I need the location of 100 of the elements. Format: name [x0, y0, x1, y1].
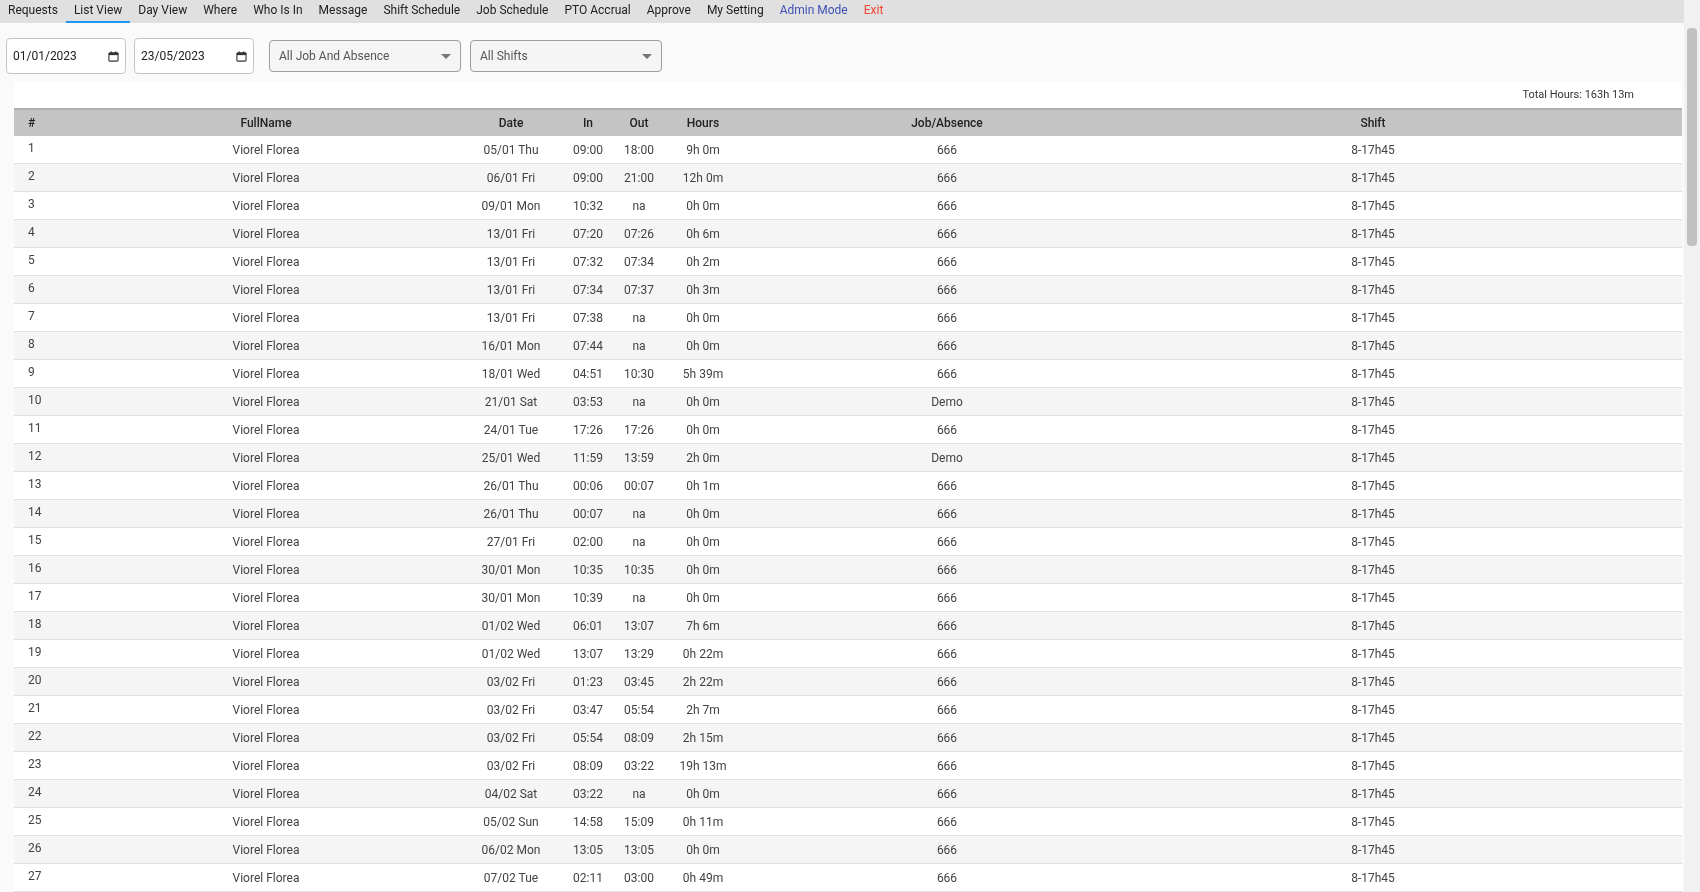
table-cell-text: na — [631, 505, 647, 523]
table-cell-text: 15 — [27, 531, 43, 549]
table-cell-text: 666 — [935, 617, 959, 635]
table-cell-text: Viorel Florea — [231, 785, 301, 803]
date-field[interactable]: 23/05/2023 — [134, 38, 254, 75]
menu-tab[interactable]: Where — [195, 0, 246, 23]
table-cell-text: 8-17h45 — [1350, 449, 1396, 467]
table-cell-text: Viorel Florea — [231, 393, 301, 411]
menu-tab[interactable]: Job Schedule — [468, 0, 557, 23]
menu-tab[interactable]: Requests — [0, 0, 66, 23]
table-cell-text: 0h 3m — [685, 281, 721, 299]
table-cell-text: 08:09 — [623, 729, 655, 747]
table-cell-text: Viorel Florea — [231, 841, 301, 859]
table-cell-text: 08:09 — [572, 757, 604, 775]
table-cell-text: 3 — [27, 195, 36, 213]
table-cell-text: 13:05 — [572, 841, 604, 859]
table-cell-text: 666 — [935, 337, 959, 355]
table-cell-text: 09/01 Mon — [480, 197, 542, 215]
table-cell-text: 07:44 — [572, 337, 604, 355]
caret-icon — [441, 53, 451, 59]
table-cell-text: 01/02 Wed — [480, 645, 542, 663]
menu-tab[interactable]: Day View — [130, 0, 196, 23]
table-cell-text: 10:35 — [572, 561, 604, 579]
table-cell-text: 0h 2m — [685, 253, 721, 271]
table-cell-text: 8-17h45 — [1350, 281, 1396, 299]
table-cell-text: 07/02 Tue — [482, 869, 540, 887]
table-cell-text: 666 — [935, 309, 959, 327]
table-cell-text: 0h 0m — [685, 589, 721, 607]
table-cell-text: 666 — [935, 533, 959, 551]
table-cell-text: 04:51 — [572, 365, 604, 383]
table-cell-text: 666 — [935, 813, 959, 831]
table-cell-text: 21/01 Sat — [483, 393, 539, 411]
table-cell-text: 07:32 — [572, 253, 604, 271]
table-cell-text: 8-17h45 — [1350, 561, 1396, 579]
table-cell-text: 07:26 — [623, 225, 655, 243]
table-cell-text: 17:26 — [572, 421, 604, 439]
table-cell-text: Viorel Florea — [231, 449, 301, 467]
table-cell-text: 666 — [935, 141, 959, 159]
table-cell-text: 21:00 — [623, 169, 655, 187]
table-cell-text: 11:59 — [572, 449, 604, 467]
menu-tab[interactable]: Who Is In — [245, 0, 311, 23]
total-hours-label: Total Hours: 163h 13m — [1522, 86, 1634, 103]
menu-tab[interactable]: Shift Schedule — [375, 0, 469, 23]
scrollbar-thumb[interactable] — [1687, 28, 1697, 246]
table-cell-text: 07:34 — [623, 253, 655, 271]
table-cell-text: 666 — [935, 365, 959, 383]
table-cell-text: 13:07 — [572, 645, 604, 663]
table-cell-text: 19h 13m — [678, 757, 728, 775]
table-cell-text: 00:07 — [572, 505, 604, 523]
table-cell-text: 8-17h45 — [1350, 813, 1396, 831]
table-cell-text: Viorel Florea — [231, 869, 301, 887]
table-cell-text: 03:47 — [572, 701, 604, 719]
table-cell-text: 18/01 Wed — [480, 365, 542, 383]
menu-tab[interactable]: My Setting — [698, 0, 772, 23]
table-cell-text: na — [631, 197, 647, 215]
table-cell-text: 8-17h45 — [1350, 141, 1396, 159]
menu-tab[interactable]: Admin Mode — [771, 0, 856, 23]
table-cell-text: 03:22 — [623, 757, 655, 775]
table-cell-text: 8-17h45 — [1350, 841, 1396, 859]
table-cell-text: 666 — [935, 169, 959, 187]
table-cell-text: 10:32 — [572, 197, 604, 215]
table-cell-text: 8-17h45 — [1350, 701, 1396, 719]
table-cell-text: 2h 15m — [681, 729, 725, 747]
table-cell-text: 13/01 Fri — [485, 309, 537, 327]
table-cell-text: 0h 0m — [685, 561, 721, 579]
table-cell-text: 13:59 — [623, 449, 655, 467]
table-cell-text: 03/02 Fri — [485, 673, 537, 691]
table-cell-text: 0h 0m — [685, 337, 721, 355]
shift-select[interactable]: All Shifts — [470, 40, 662, 73]
menu-tab[interactable]: PTO Accrual — [556, 0, 639, 23]
table-cell-text: 666 — [935, 645, 959, 663]
menu-tab[interactable]: Message — [310, 0, 376, 23]
table-cell-text: 1 — [27, 139, 36, 157]
table-cell-text: 8-17h45 — [1350, 869, 1396, 887]
table-cell-text: 9h 0m — [685, 141, 721, 159]
table-cell-text: 8-17h45 — [1350, 197, 1396, 215]
menu-tab[interactable]: List View — [65, 0, 131, 23]
table-cell-text: 07:20 — [572, 225, 604, 243]
table-cell-text: 8-17h45 — [1350, 617, 1396, 635]
table-cell-text: 17:26 — [623, 421, 655, 439]
table-cell-text: Viorel Florea — [231, 169, 301, 187]
table-cell-text: Viorel Florea — [231, 673, 301, 691]
scrollbar[interactable] — [1684, 0, 1700, 892]
table-cell-text: 27 — [27, 867, 43, 885]
calendar-icon[interactable] — [108, 50, 119, 62]
table-cell-text: 0h 11m — [681, 813, 725, 831]
menu-tab[interactable]: Approve — [638, 0, 699, 23]
table-cell-text: Viorel Florea — [231, 645, 301, 663]
date-field[interactable]: 01/01/2023 — [6, 38, 126, 75]
table-cell-text: 666 — [935, 477, 959, 495]
table-cell-text: 10 — [27, 391, 43, 409]
table-cell-text: 13:05 — [623, 841, 655, 859]
table-cell-text: 03:22 — [572, 785, 604, 803]
job-select[interactable]: All Job And Absence — [269, 40, 461, 73]
calendar-icon[interactable] — [236, 50, 247, 62]
table-cell-text: 0h 0m — [685, 421, 721, 439]
table-cell-text: 13 — [27, 475, 43, 493]
table-cell-text: 8-17h45 — [1350, 337, 1396, 355]
table-cell-text: 8-17h45 — [1350, 673, 1396, 691]
table-cell-text: 0h 0m — [685, 393, 721, 411]
